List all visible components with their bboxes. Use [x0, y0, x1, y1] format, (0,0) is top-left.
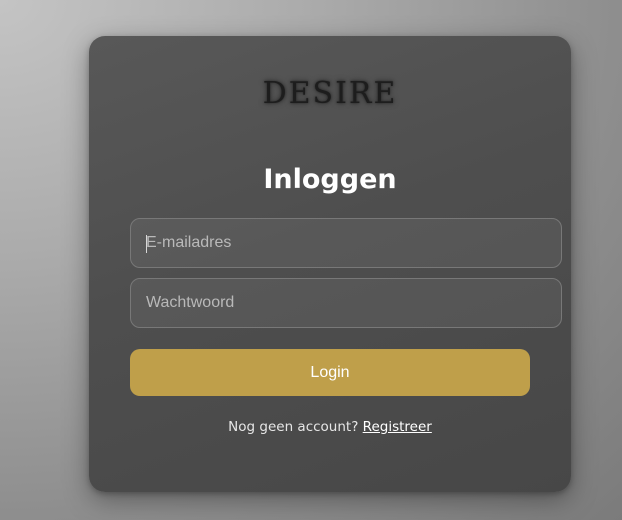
login-button[interactable]: Login — [130, 349, 530, 396]
page-title: Inloggen — [263, 164, 397, 195]
login-card: DESIRE Inloggen Login Nog geen account? … — [89, 36, 571, 492]
register-prompt: Nog geen account? Registreer — [89, 418, 571, 436]
text-cursor — [146, 235, 147, 253]
password-field[interactable] — [130, 278, 562, 328]
register-link[interactable]: Registreer — [363, 419, 432, 435]
register-prompt-text: Nog geen account? — [228, 419, 359, 435]
brand-logo: DESIRE — [262, 76, 398, 111]
email-field[interactable] — [130, 218, 562, 268]
